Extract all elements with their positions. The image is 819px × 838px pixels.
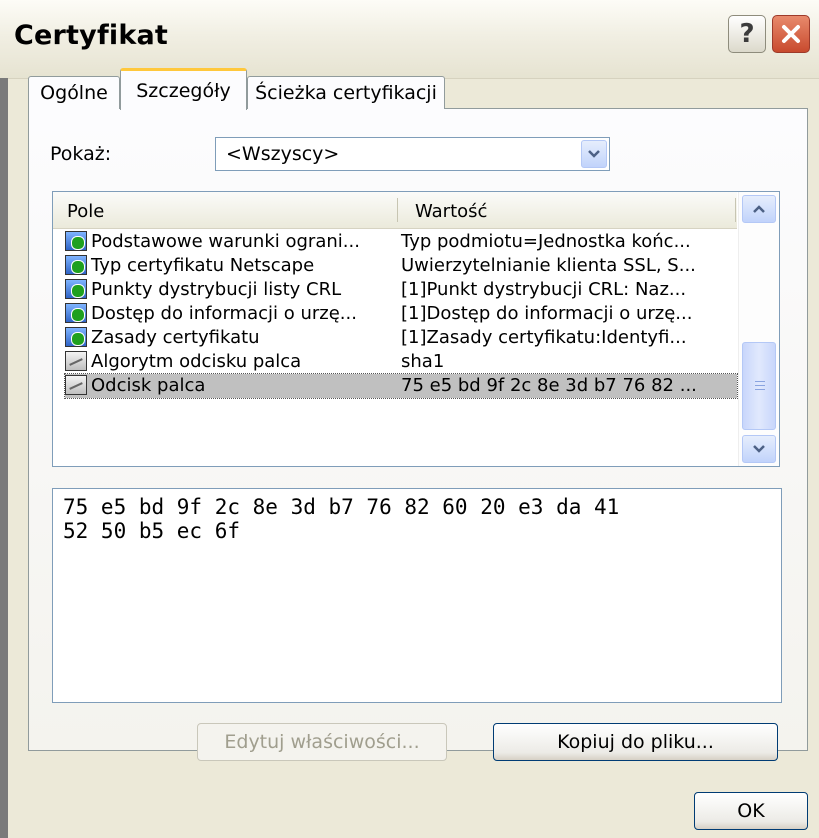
extension-icon: [65, 231, 87, 251]
list-header: Pole Wartość: [53, 192, 737, 229]
ok-button[interactable]: OK: [694, 792, 808, 830]
scroll-up-button[interactable]: [742, 195, 776, 223]
column-header-value[interactable]: Wartość: [415, 201, 487, 222]
row-field: Dostęp do informacji o urzę...: [91, 303, 357, 324]
tab-details[interactable]: Szczegóły: [120, 68, 247, 110]
row-field: Podstawowe warunki ograni...: [91, 231, 360, 252]
list-row[interactable]: Zasady certyfikatu [1]Zasady certyfikatu…: [65, 326, 737, 350]
tab-certification-path[interactable]: Ścieżka certyfikacji: [247, 76, 445, 109]
edit-properties-label: Edytuj właściwości...: [224, 731, 420, 753]
show-select-value: <Wszyscy>: [226, 143, 340, 165]
field-value-textbox[interactable]: 75 e5 bd 9f 2c 8e 3d b7 76 82 60 20 e3 d…: [52, 488, 782, 703]
list-row-selected[interactable]: Odcisk palca 75 e5 bd 9f 2c 8e 3d b7 76 …: [64, 373, 738, 399]
tab-general-label: Ogólne: [40, 82, 108, 104]
window-title: Certyfikat: [14, 20, 169, 51]
property-icon: [65, 351, 87, 371]
row-value: [1]Dostęp do informacji o urzę...: [401, 303, 693, 324]
column-divider[interactable]: [397, 198, 398, 222]
row-value: [1]Zasady certyfikatu:Identyfi...: [401, 327, 687, 348]
help-button[interactable]: ?: [728, 15, 766, 53]
list-row[interactable]: Typ certyfikatu Netscape Uwierzytelniani…: [65, 254, 737, 278]
list-row[interactable]: Punkty dystrybucji listy CRL [1]Punkt dy…: [65, 278, 737, 302]
column-header-field[interactable]: Pole: [67, 201, 104, 222]
copy-to-file-button[interactable]: Kopiuj do pliku...: [493, 723, 778, 761]
list-scrollbar[interactable]: [738, 192, 779, 466]
help-icon: ?: [739, 19, 755, 49]
tab-certification-path-label: Ścieżka certyfikacji: [255, 82, 437, 104]
extension-icon: [65, 255, 87, 275]
row-value: Uwierzytelnianie klienta SSL, S...: [401, 255, 696, 276]
extension-icon: [65, 279, 87, 299]
scroll-thumb[interactable]: [742, 342, 776, 430]
row-value: 75 e5 bd 9f 2c 8e 3d b7 76 82 ...: [401, 375, 697, 396]
show-select[interactable]: <Wszyscy>: [215, 137, 610, 171]
ok-label: OK: [737, 800, 765, 822]
row-field: Punkty dystrybucji listy CRL: [91, 279, 342, 300]
extension-icon: [65, 327, 87, 347]
scroll-down-button[interactable]: [742, 435, 776, 463]
value-line: 75 e5 bd 9f 2c 8e 3d b7 76 82 60 20 e3 d…: [63, 495, 620, 519]
chevron-down-icon: [588, 150, 600, 158]
property-icon: [65, 375, 87, 395]
row-value: Typ podmiotu=Jednostka końc...: [401, 231, 691, 252]
close-icon: [782, 25, 800, 43]
row-value: [1]Punkt dystrybucji CRL: Naz...: [401, 279, 687, 300]
row-value: sha1: [401, 351, 445, 372]
list-row[interactable]: Podstawowe warunki ograni... Typ podmiot…: [65, 230, 737, 254]
extension-icon: [65, 303, 87, 323]
row-field: Odcisk palca: [91, 375, 206, 396]
show-label: Pokaż:: [50, 143, 112, 165]
value-line: 52 50 b5 ec 6f: [63, 519, 241, 543]
chevron-down-icon: [753, 445, 765, 453]
row-field: Typ certyfikatu Netscape: [91, 255, 315, 276]
edit-properties-button[interactable]: Edytuj właściwości...: [197, 723, 447, 761]
show-dropdown-button[interactable]: [581, 140, 607, 168]
row-field: Zasady certyfikatu: [91, 327, 260, 348]
list-row[interactable]: Algorytm odcisku palca sha1: [65, 350, 737, 374]
copy-to-file-label: Kopiuj do pliku...: [557, 731, 714, 753]
tab-details-label: Szczegóły: [136, 79, 231, 102]
list-row[interactable]: Dostęp do informacji o urzę... [1]Dostęp…: [65, 302, 737, 326]
chevron-up-icon: [753, 205, 765, 213]
fields-list[interactable]: Pole Wartość Podstawowe warunki ograni..…: [52, 191, 780, 467]
tab-general[interactable]: Ogólne: [28, 76, 120, 109]
window-frame-edge: [0, 78, 8, 838]
close-button[interactable]: [772, 15, 810, 53]
column-divider[interactable]: [735, 198, 736, 222]
row-field: Algorytm odcisku palca: [91, 351, 302, 372]
